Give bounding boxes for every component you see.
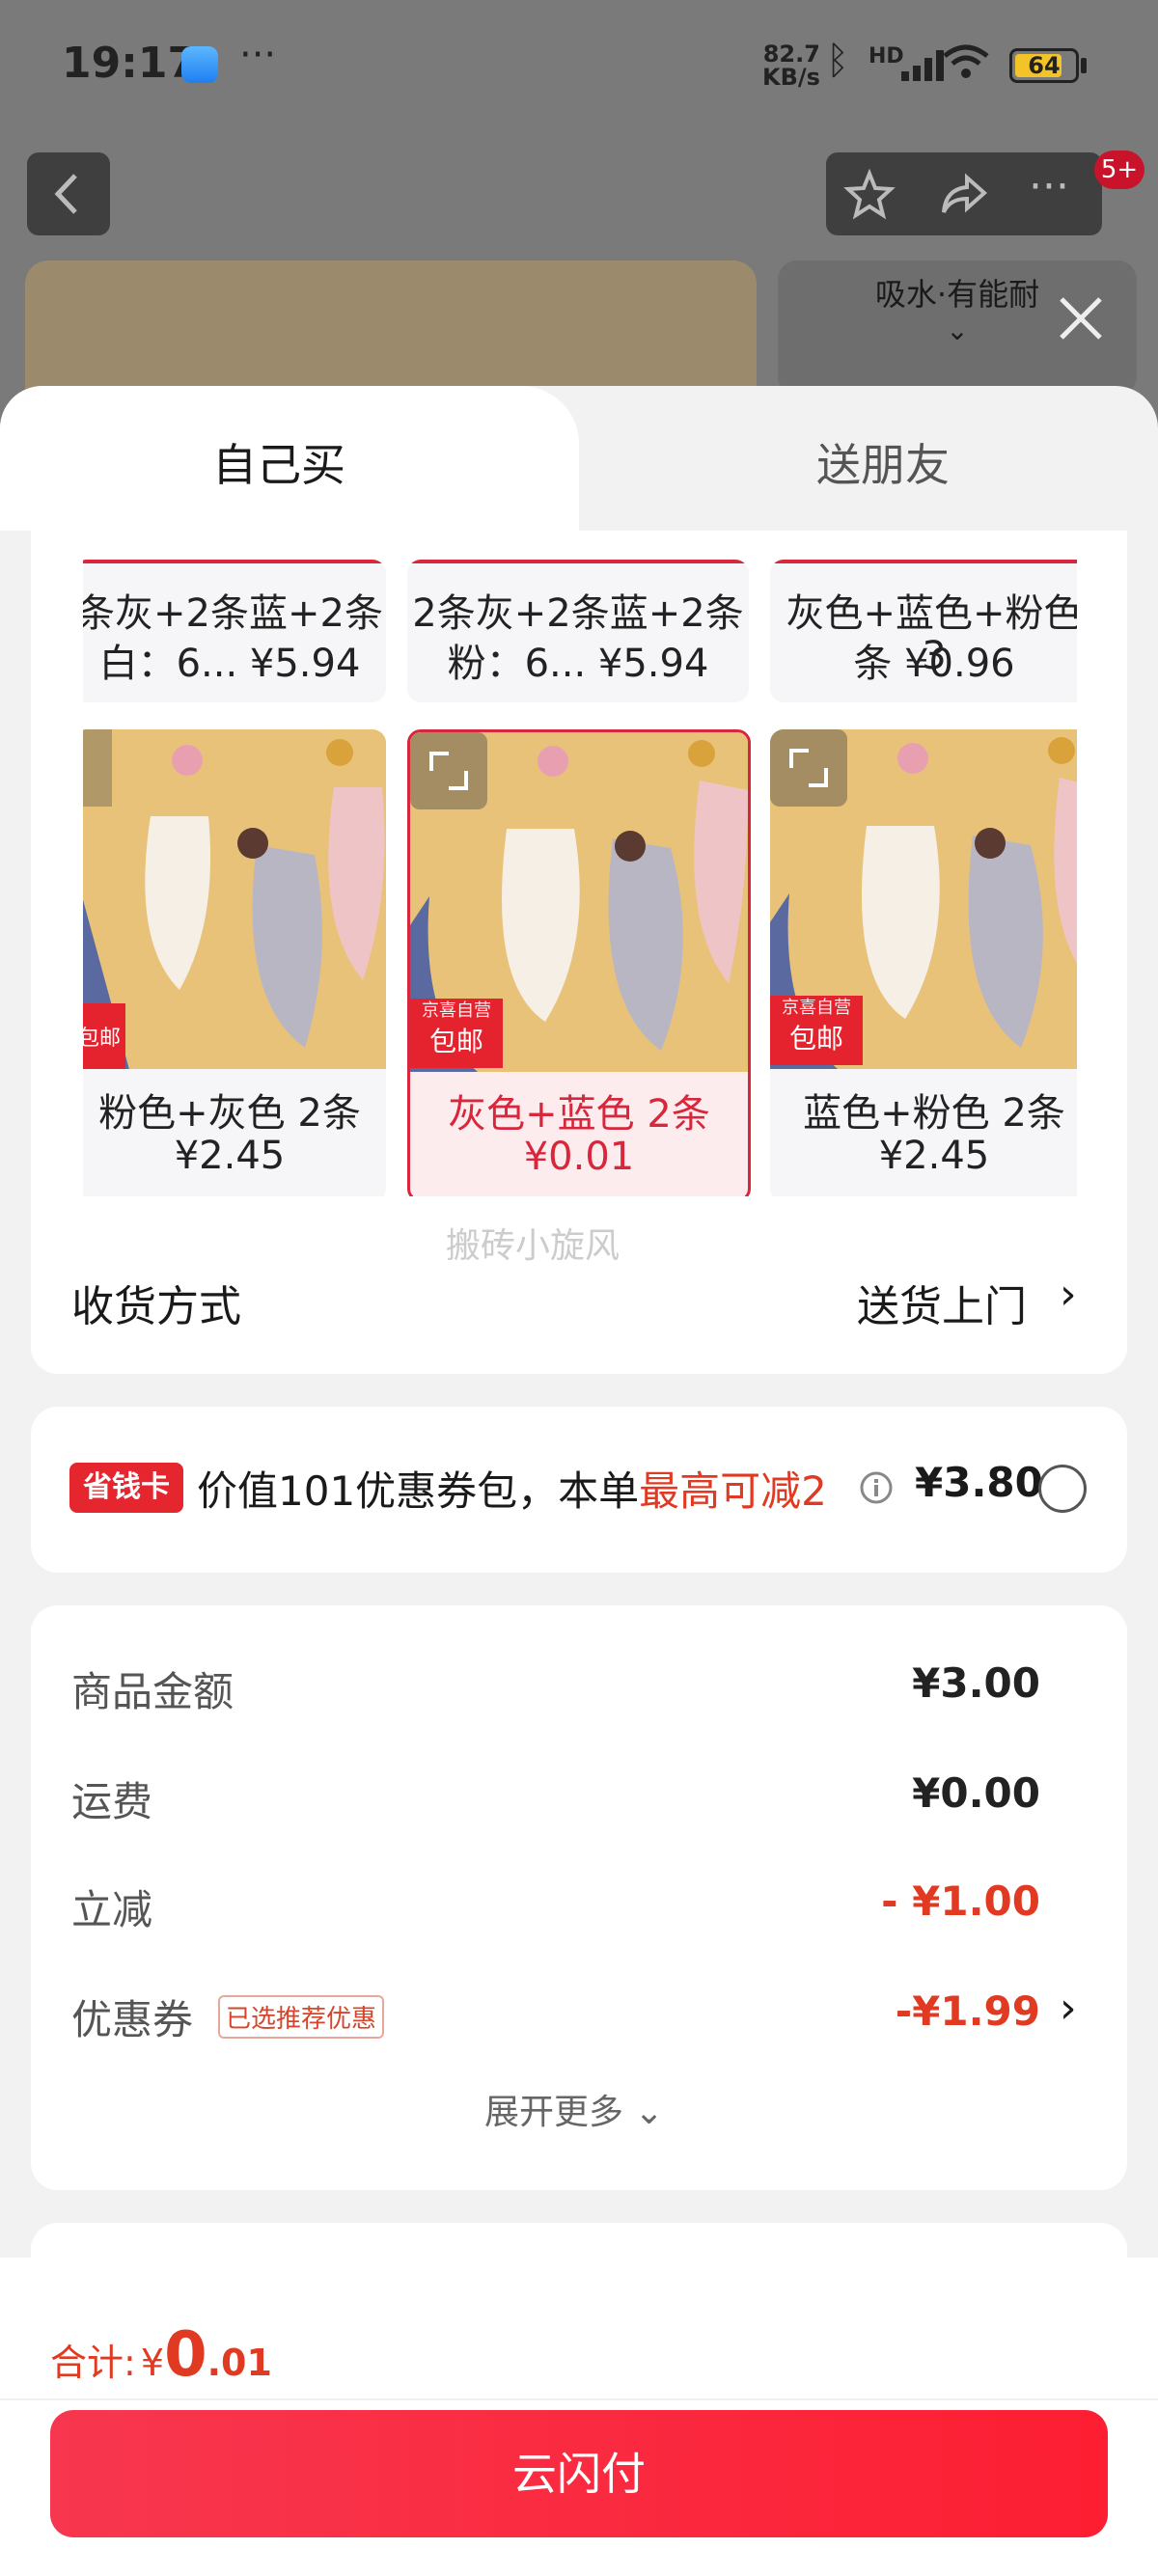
variant-price: ¥0.01 — [523, 1135, 635, 1179]
jd-self-operated-tag: 京喜自营 包邮 — [770, 996, 863, 1065]
pay-button[interactable]: 云闪付 — [50, 2410, 1108, 2537]
bluetooth-icon: ᛒ — [826, 39, 849, 83]
tab-self-buy-label: 自己买 — [212, 439, 345, 491]
total-label: 合计: — [50, 2342, 136, 2384]
jd-self-operated-label: 京喜自营 — [782, 998, 851, 1018]
variant-option[interactable]: 2条灰+2条蓝+2条 粉：6... ¥5.94 — [407, 560, 749, 702]
coupon-value: -¥1.99 — [895, 1987, 1040, 2035]
variant-label: 蓝色+粉色 2条 — [803, 1091, 1065, 1136]
free-shipping-label: 包邮 — [788, 1023, 843, 1055]
savings-price: ¥3.80 — [915, 1459, 1043, 1506]
variant-price: 白：6... ¥5.94 — [98, 642, 361, 686]
message-badge: 5+ — [1094, 151, 1144, 189]
variant-option[interactable]: 灰色+蓝色+粉色 3 条 ¥0.96 — [770, 560, 1077, 702]
network-speed-value: 82.7 — [762, 41, 820, 68]
info-icon[interactable] — [859, 1470, 894, 1505]
status-time: 19:17 — [62, 39, 198, 88]
variant-label: 灰色+蓝色 2条 — [448, 1092, 710, 1137]
divider — [0, 2398, 1158, 2400]
discount-value: - ¥1.00 — [881, 1877, 1040, 1925]
variant-scroller[interactable]: 条灰+2条蓝+2条 白：6... ¥5.94 2条灰+2条蓝+2条 粉：6...… — [83, 560, 1077, 1196]
top-actions: ··· — [826, 152, 1102, 235]
variant-option[interactable]: 条灰+2条蓝+2条 白：6... ¥5.94 — [83, 560, 386, 702]
delivery-value: 送货上门 — [857, 1282, 1027, 1331]
total-integer: 0 — [164, 2319, 207, 2391]
coupon-label: 优惠券 — [71, 1996, 194, 2043]
delivery-row[interactable]: 收货方式 送货上门 › — [31, 1254, 1127, 1341]
savings-text-main: 价值101优惠券包，本单 — [197, 1467, 640, 1515]
free-shipping-label: 包邮 — [83, 1027, 121, 1051]
network-speed-unit: KB/s — [762, 64, 820, 91]
notification-app-icon — [181, 46, 218, 83]
savings-card[interactable]: 省钱卡 价值101优惠券包，本单最高可减2 ¥3.80 — [31, 1407, 1127, 1573]
variant-price: ¥2.45 — [174, 1134, 286, 1178]
total-currency: ¥ — [140, 2342, 165, 2384]
more-notifications-icon: ··· — [239, 33, 277, 77]
price-summary-card: 商品金额 ¥3.00 运费 ¥0.00 立减 - ¥1.00 优惠券 已选推荐优… — [31, 1605, 1127, 2190]
jd-self-operated-tag: 京喜自营 包邮 — [410, 999, 503, 1068]
variant-option[interactable]: 京喜自营 包邮 蓝色+粉色 2条 ¥2.45 — [770, 729, 1077, 1196]
close-icon[interactable] — [1052, 289, 1110, 347]
back-button[interactable] — [27, 152, 110, 235]
free-shipping-label: 包邮 — [428, 1026, 483, 1057]
goods-amount-label: 商品金额 — [71, 1668, 234, 1715]
savings-text-highlight: 最高可减2 — [639, 1467, 827, 1515]
share-icon[interactable] — [938, 168, 990, 220]
expand-more-label: 展开更多 — [484, 2093, 624, 2132]
towel-product-image — [83, 729, 386, 1069]
savings-badge: 省钱卡 — [69, 1463, 183, 1513]
chevron-right-icon: › — [1060, 1270, 1077, 1319]
variant-price: 粉：6... ¥5.94 — [447, 642, 709, 686]
star-icon[interactable] — [843, 168, 896, 220]
variant-price: ¥2.45 — [878, 1134, 990, 1178]
status-bar: 19:17 ··· 82.7 KB/s ᛒ HD 64 — [0, 0, 1158, 135]
variant-price: 条 ¥0.96 — [853, 642, 1015, 686]
shipping-label: 运费 — [71, 1778, 153, 1825]
total-decimal: .01 — [207, 2342, 272, 2384]
variant-option-selected[interactable]: 京喜自营 包邮 灰色+蓝色 2条 ¥0.01 — [407, 729, 751, 1196]
battery-icon: 64 — [1009, 48, 1079, 83]
jd-self-operated-tag: 包邮 — [83, 1003, 125, 1069]
tab-gift-friend-label: 送朋友 — [816, 439, 950, 491]
variant-label: 条灰+2条蓝+2条 — [83, 591, 383, 636]
coupon-row[interactable]: 优惠券 已选推荐优惠 -¥1.99 › — [31, 1970, 1127, 2063]
variant-option[interactable]: 包邮 粉色+灰色 2条 ¥2.45 — [83, 729, 386, 1196]
more-icon[interactable]: ··· — [1029, 162, 1069, 211]
discount-label: 立减 — [71, 1886, 153, 1933]
expand-more-button[interactable]: 展开更多 ⌄ — [484, 2084, 664, 2134]
battery-tip — [1081, 58, 1087, 73]
savings-checkbox[interactable] — [1038, 1465, 1087, 1513]
goods-amount-value: ¥3.00 — [912, 1659, 1040, 1707]
delivery-label: 收货方式 — [71, 1282, 241, 1331]
wifi-icon — [943, 44, 989, 78]
chevron-left-icon — [54, 174, 77, 214]
coupon-tag: 已选推荐优惠 — [218, 1995, 385, 2039]
tab-self-buy[interactable]: 自己买 — [0, 386, 579, 531]
tab-gift-friend[interactable]: 送朋友 — [579, 386, 1158, 531]
chevron-right-icon: › — [1060, 1984, 1077, 2033]
variant-label: 2条灰+2条蓝+2条 — [412, 591, 744, 636]
savings-text: 价值101优惠券包，本单最高可减2 — [197, 1459, 827, 1518]
shipping-value: ¥0.00 — [912, 1769, 1040, 1817]
variant-label: 粉色+灰色 2条 — [98, 1091, 361, 1136]
chevron-down-icon: ⌄ — [634, 2093, 664, 2132]
jd-self-operated-label: 京喜自营 — [422, 1000, 491, 1021]
total-price: 合计: ¥0.01 — [50, 2319, 272, 2391]
network-speed: 82.7 KB/s — [762, 42, 820, 89]
battery-level: 64 — [1028, 52, 1061, 79]
